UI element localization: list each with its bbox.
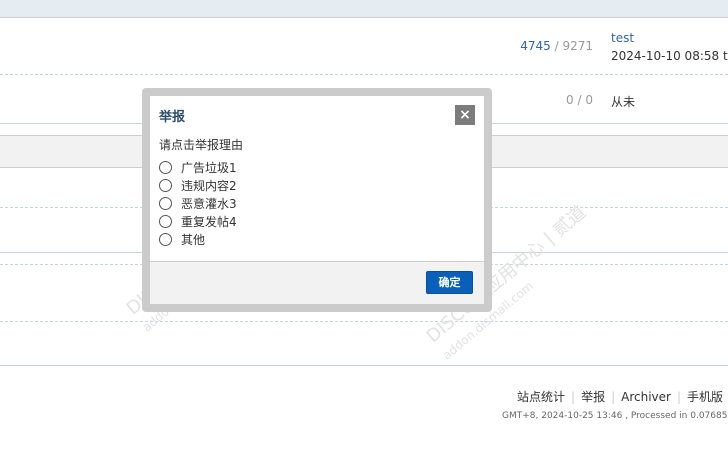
thread-row: 4745 / 9271 test 2024-10-10 08:58 test xyxy=(0,18,728,75)
option-label[interactable]: 其他 xyxy=(181,233,205,247)
list-row xyxy=(0,322,728,366)
radio-button[interactable] xyxy=(159,215,172,228)
option-label[interactable]: 重复发帖4 xyxy=(181,215,237,229)
footer-link-archiver[interactable]: Archiver xyxy=(621,390,671,404)
reply-count: 0 xyxy=(566,93,574,107)
view-count: 0 xyxy=(585,93,593,107)
confirm-button[interactable]: 确定 xyxy=(426,271,473,294)
option-label[interactable]: 恶意灌水3 xyxy=(181,197,237,211)
last-post-time[interactable]: 2024-10-10 08:58 test xyxy=(611,49,728,63)
report-option[interactable]: 重复发帖4 xyxy=(159,213,237,229)
option-label[interactable]: 广告垃圾1 xyxy=(181,161,237,175)
report-option[interactable]: 其他 xyxy=(159,231,205,247)
footer-link-report[interactable]: 举报 xyxy=(581,390,605,404)
radio-button[interactable] xyxy=(159,233,172,246)
footer-meta: GMT+8, 2024-10-25 13:46 , Processed in 0… xyxy=(502,411,728,421)
dialog-title: 举报 xyxy=(159,110,186,125)
report-dialog-body: 举报 × 请点击举报理由 广告垃圾1 违规内容2 恶意灌水3 重复发帖4 其他 … xyxy=(150,96,484,304)
report-option[interactable]: 广告垃圾1 xyxy=(159,159,237,175)
footer-link-stats[interactable]: 站点统计 xyxy=(517,390,565,404)
dialog-prompt: 请点击举报理由 xyxy=(159,138,244,152)
thread-counts: 4745 / 9271 xyxy=(520,39,593,53)
dialog-footer: 确定 xyxy=(150,261,484,304)
thread-counts: 0 / 0 xyxy=(566,93,593,107)
footer-links: 站点统计|举报|Archiver|手机版| xyxy=(517,390,724,404)
top-bar xyxy=(0,0,728,18)
radio-button[interactable] xyxy=(159,197,172,210)
footer-link-mobile[interactable]: 手机版 xyxy=(687,390,723,404)
report-option[interactable]: 恶意灌水3 xyxy=(159,195,237,211)
report-option[interactable]: 违规内容2 xyxy=(159,177,237,193)
radio-button[interactable] xyxy=(159,161,172,174)
last-post-author-link[interactable]: test xyxy=(611,31,634,45)
option-label[interactable]: 违规内容2 xyxy=(181,179,237,193)
last-post-time: 从未 xyxy=(611,95,636,109)
last-post-author[interactable]: test xyxy=(611,31,634,45)
reply-count: 4745 xyxy=(520,39,551,53)
radio-button[interactable] xyxy=(159,179,172,192)
view-count: 9271 xyxy=(562,39,593,53)
report-dialog: 举报 × 请点击举报理由 广告垃圾1 违规内容2 恶意灌水3 重复发帖4 其他 … xyxy=(142,88,492,312)
close-button[interactable]: × xyxy=(455,105,475,125)
